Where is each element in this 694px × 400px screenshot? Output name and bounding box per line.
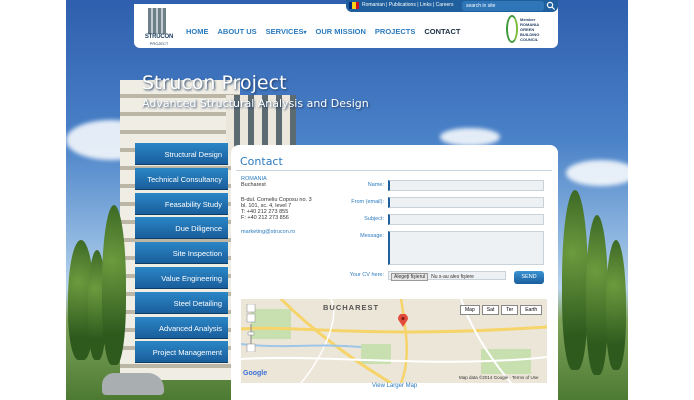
cv-label: Your CV here: bbox=[349, 272, 384, 278]
menu-technical-consultancy[interactable]: Technical Consultancy bbox=[135, 167, 228, 190]
map-type-controls: Map Sat Ter Earth bbox=[460, 305, 543, 315]
chevron-down-icon: ▾ bbox=[303, 30, 307, 36]
name-field[interactable] bbox=[388, 180, 544, 191]
nav-services[interactable]: SERVICES▾ bbox=[266, 27, 307, 36]
page: STRUCON PROJECT HOME ABOUT US SERVICES▾ … bbox=[0, 0, 694, 400]
divider bbox=[236, 170, 552, 171]
logo-text: STRUCON bbox=[144, 34, 174, 40]
message-label: Message: bbox=[360, 233, 384, 239]
email-link[interactable]: marketing@strucon.ro bbox=[241, 229, 295, 235]
nav-our-mission[interactable]: OUR MISSION bbox=[315, 27, 365, 36]
menu-steel-detailing[interactable]: Steel Detailing bbox=[135, 291, 228, 314]
nav-contact[interactable]: CONTACT bbox=[424, 27, 460, 36]
tree bbox=[102, 205, 126, 365]
email-label: From (email): bbox=[351, 199, 384, 205]
nav-home[interactable]: HOME bbox=[186, 27, 209, 36]
cv-file-input[interactable]: Alegeţi fişierul Nu s-au ales fişiere bbox=[388, 271, 506, 281]
map-button[interactable]: Map bbox=[460, 305, 480, 315]
hero-subtitle: Advanced Structural Analysis and Design bbox=[142, 97, 369, 110]
cloud bbox=[440, 128, 500, 146]
satellite-button[interactable]: Sat bbox=[481, 305, 500, 315]
rogbc-text: Member ROMANIA GREEN BUILDING COUNCIL bbox=[520, 17, 539, 42]
subject-field[interactable] bbox=[388, 214, 544, 225]
tree bbox=[586, 215, 608, 375]
menu-value-engineering[interactable]: Value Engineering bbox=[135, 266, 228, 289]
page-title: Contact bbox=[240, 155, 283, 168]
menu-site-inspection[interactable]: Site Inspection bbox=[135, 242, 228, 265]
menu-advanced-analysis[interactable]: Advanced Analysis bbox=[135, 316, 228, 339]
logo[interactable]: STRUCON PROJECT bbox=[141, 8, 175, 46]
top-links[interactable]: Romanian | Publications | Links | Career… bbox=[362, 2, 453, 8]
google-logo-text: Google bbox=[243, 370, 268, 377]
cloud bbox=[566, 160, 628, 186]
leaf-icon bbox=[506, 15, 518, 43]
tree bbox=[606, 240, 626, 370]
view-larger-map-link[interactable]: View Larger Map bbox=[372, 383, 417, 389]
subject-label: Subject: bbox=[364, 216, 384, 222]
email-field[interactable] bbox=[388, 197, 544, 208]
choose-file-button[interactable]: Alegeţi fişierul bbox=[391, 273, 429, 281]
menu-feasability-study[interactable]: Feasability Study bbox=[135, 192, 228, 215]
fax-number: F: +40 212 273 856 bbox=[241, 215, 289, 221]
menu-structural-design[interactable]: Structural Design bbox=[135, 143, 228, 165]
terrain-button[interactable]: Ter bbox=[501, 305, 519, 315]
main-nav: HOME ABOUT US SERVICES▾ OUR MISSION PROJ… bbox=[186, 27, 460, 36]
map-city-label: BUCHAREST bbox=[323, 303, 380, 312]
menu-project-management[interactable]: Project Management bbox=[135, 341, 228, 364]
address-city: Bucharest bbox=[241, 182, 266, 188]
logo-subtext: PROJECT bbox=[149, 41, 169, 46]
car-illustration bbox=[102, 373, 164, 395]
nav-about-us[interactable]: ABOUT US bbox=[218, 27, 257, 36]
nav-services-label: SERVICES bbox=[265, 27, 304, 36]
menu-due-diligence[interactable]: Due Diligence bbox=[135, 217, 228, 240]
send-button[interactable]: SEND bbox=[514, 271, 544, 284]
rogbc-line: COUNCIL bbox=[520, 37, 539, 42]
rogbc-member-logo[interactable]: Member ROMANIA GREEN BUILDING COUNCIL bbox=[506, 15, 558, 47]
map-copyright[interactable]: Map data ©2014 Google · Terms of Use bbox=[459, 375, 539, 380]
romanian-flag-icon[interactable] bbox=[349, 2, 359, 9]
cv-status: Nu s-au ales fişiere bbox=[431, 274, 474, 280]
tree bbox=[562, 190, 588, 370]
message-textarea[interactable] bbox=[388, 231, 544, 265]
services-menu: Structural Design Technical Consultancy … bbox=[135, 143, 228, 366]
logo-building-icon bbox=[148, 8, 166, 34]
google-logo: Google bbox=[243, 370, 267, 377]
hero-title: Strucon Project bbox=[142, 72, 287, 94]
search-icon[interactable] bbox=[546, 1, 556, 11]
nav-projects[interactable]: PROJECTS bbox=[375, 27, 415, 36]
map-zoom-control[interactable] bbox=[246, 304, 256, 352]
search-input[interactable]: search in site bbox=[462, 1, 544, 11]
map-marker-icon[interactable] bbox=[398, 314, 408, 327]
earth-button[interactable]: Earth bbox=[520, 305, 543, 315]
name-label: Name: bbox=[367, 182, 384, 188]
